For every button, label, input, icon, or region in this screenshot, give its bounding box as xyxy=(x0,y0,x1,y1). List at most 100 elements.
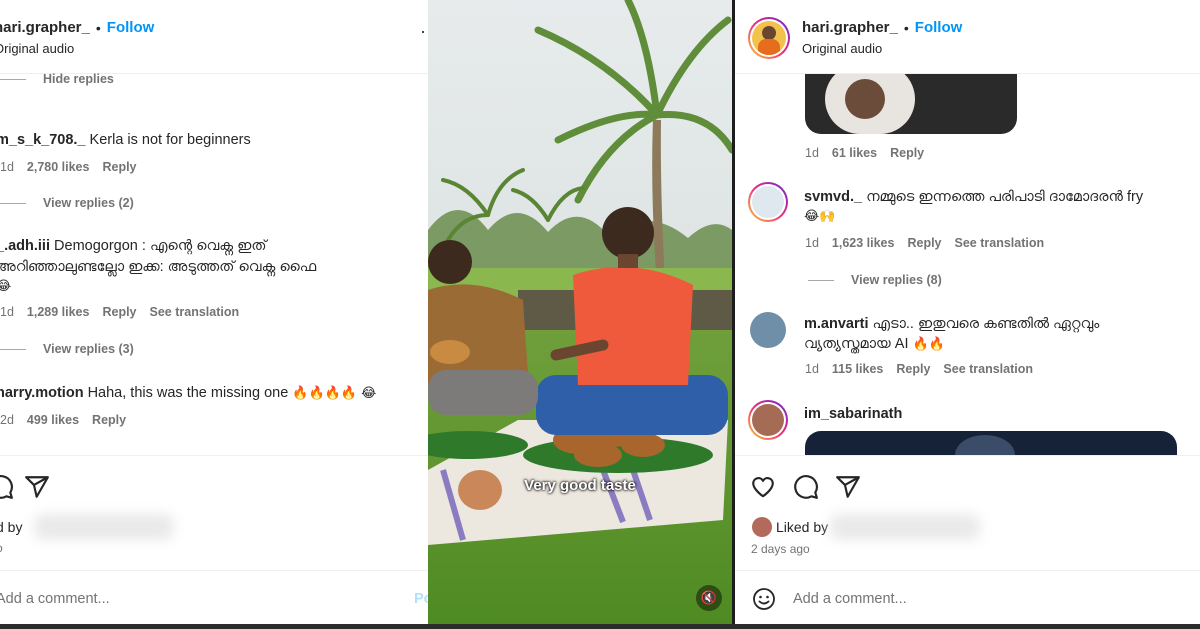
author-avatar[interactable] xyxy=(748,17,790,59)
commenter-avatar[interactable] xyxy=(748,182,788,222)
reply-button[interactable]: Reply xyxy=(92,413,126,427)
view-replies-label: View replies (3) xyxy=(43,342,134,356)
video-player[interactable]: Very good taste 🔇 xyxy=(428,0,732,629)
more-options-icon[interactable]: · xyxy=(420,22,426,40)
share-icon[interactable] xyxy=(24,474,50,500)
reply-button[interactable]: Reply xyxy=(890,146,924,160)
comment-body: എടാ.. ഇതുവരെ കണ്ടതിൽ ഏറ്റവും xyxy=(872,316,1100,332)
days-ago-label: o xyxy=(0,541,3,555)
blurred-likers xyxy=(830,514,980,540)
comment-time: 1d xyxy=(805,362,819,376)
days-ago-label: 2 days ago xyxy=(751,542,810,556)
comment-username[interactable]: _.adh.iii xyxy=(0,238,50,254)
commenter-avatar[interactable] xyxy=(748,400,788,440)
comment-body: Demogorgon : എന്റെ വെക്ന ഇത് xyxy=(54,238,267,254)
blurred-likers xyxy=(34,514,174,540)
comment-time: 1d xyxy=(0,160,14,174)
heart-icon[interactable] xyxy=(750,474,776,500)
comment-emoji: 🔥🔥 xyxy=(912,337,945,352)
see-translation-button[interactable]: See translation xyxy=(150,305,240,319)
liked-by-label: d by xyxy=(0,519,23,535)
comment-icon[interactable] xyxy=(793,474,819,500)
comment-likes[interactable]: 61 likes xyxy=(832,146,877,160)
emoji-icon[interactable] xyxy=(752,587,776,611)
comment-meta: 1d 1,289 likes Reply See translation xyxy=(0,305,239,319)
comment-time: 1d xyxy=(805,236,819,250)
separator-dot: • xyxy=(903,19,909,36)
comment-likes[interactable]: 1,623 likes xyxy=(832,236,895,250)
liked-by-label: Liked by xyxy=(776,519,829,535)
comment-body: Kerla is not for beginners xyxy=(89,132,251,148)
comment-text: _.adh.iii Demogorgon : എന്റെ വെക്ന ഇത് xyxy=(0,236,267,256)
follow-button[interactable]: Follow xyxy=(915,19,963,36)
comment-body: Haha, this was the missing one xyxy=(87,385,289,401)
hide-replies-button[interactable]: Hide replies xyxy=(0,72,114,86)
view-replies-label: View replies (2) xyxy=(43,196,134,210)
add-comment-bar: Add a comment... xyxy=(735,570,1200,624)
post-username[interactable]: hari.grapher_ xyxy=(802,19,898,36)
liker-avatar[interactable] xyxy=(752,517,772,537)
comment-body-line-2: അറിഞ്ഞാലുണ്ടല്ലോ ഇക്ക: അടുത്തത് വെക്ന ഫൈ xyxy=(0,259,317,275)
add-comment-input[interactable]: Add a comment... xyxy=(0,591,110,607)
reply-line xyxy=(0,202,26,204)
comment-meta: 1d 1,623 likes Reply See translation xyxy=(805,236,1044,250)
comment-line-2: വ്യത്യസ്തമായ AI 🔥🔥 xyxy=(804,334,945,355)
post-header: hari.grapher_ • Follow Original audio xyxy=(735,0,1200,74)
reply-button[interactable]: Reply xyxy=(896,362,930,376)
comment-time: 1d xyxy=(0,305,14,319)
comment-meta: 2d 499 likes Reply xyxy=(0,413,126,427)
share-icon[interactable] xyxy=(835,474,861,500)
post-username[interactable]: hari.grapher_ xyxy=(0,19,90,36)
comment-image[interactable] xyxy=(805,74,1017,134)
comment-likes[interactable]: 1,289 likes xyxy=(27,305,90,319)
view-replies-button[interactable]: View replies (8) xyxy=(808,273,942,287)
reply-button[interactable]: Reply xyxy=(907,236,941,250)
view-replies-button[interactable]: View replies (3) xyxy=(0,342,134,356)
see-translation-button[interactable]: See translation xyxy=(943,362,1033,376)
view-replies-button[interactable]: View replies (2) xyxy=(0,196,134,210)
comment-likes[interactable]: 115 likes xyxy=(832,362,883,376)
left-post-panel: hari.grapher_ • Follow Original audio · … xyxy=(0,0,428,629)
comment-text: harry.motion Haha, this was the missing … xyxy=(0,383,376,404)
comment-text: m.anvarti എടാ.. ഇതുവരെ കണ്ടതിൽ ഏറ്റവും xyxy=(804,314,1099,334)
comment-username[interactable]: m_s_k_708._ xyxy=(0,132,86,148)
comment-text: m_s_k_708._ Kerla is not for beginners xyxy=(0,130,251,150)
comment-likes[interactable]: 2,780 likes xyxy=(27,160,90,174)
post-button[interactable]: Po xyxy=(414,591,428,607)
comment-username[interactable]: m.anvarti xyxy=(804,316,868,332)
video-frame xyxy=(428,0,732,629)
add-comment-input[interactable]: Add a comment... xyxy=(793,591,907,607)
reply-line xyxy=(0,78,26,80)
video-caption: Very good taste xyxy=(524,477,636,494)
comment-time: 1d xyxy=(805,146,819,160)
audio-label[interactable]: Original audio xyxy=(802,41,882,56)
comment-username[interactable]: svmvd._ xyxy=(804,189,862,205)
comment-body: നമ്മുടെ ഇന്നത്തെ പരിപാടി ദാമോദരൻ fry xyxy=(866,189,1144,205)
separator-dot: • xyxy=(95,19,101,36)
comment-username[interactable]: harry.motion xyxy=(0,385,84,401)
post-header: hari.grapher_ • Follow Original audio · xyxy=(0,0,428,74)
reply-button[interactable]: Reply xyxy=(102,160,136,174)
see-translation-button[interactable]: See translation xyxy=(955,236,1045,250)
post-actions: d by o xyxy=(0,455,428,570)
audio-label[interactable]: Original audio xyxy=(0,41,74,56)
add-comment-bar: Add a comment... Po xyxy=(0,570,428,624)
comment-emoji: 🔥🔥🔥🔥 😂 xyxy=(292,386,377,401)
reply-line xyxy=(0,348,26,350)
comment-time: 2d xyxy=(0,413,14,427)
comment-emoji: 😂 xyxy=(0,279,12,294)
speaker-muted-icon[interactable]: 🔇 xyxy=(696,585,722,611)
comment-icon[interactable] xyxy=(0,474,14,500)
commenter-avatar[interactable] xyxy=(750,312,786,348)
comment-likes[interactable]: 499 likes xyxy=(27,413,79,427)
comment-meta: 1d 2,780 likes Reply xyxy=(0,160,137,174)
comment-body-line-2: വ്യത്യസ്തമായ AI xyxy=(804,336,909,352)
right-post-panel: hari.grapher_ • Follow Original audio 1d… xyxy=(735,0,1200,629)
reply-button[interactable]: Reply xyxy=(102,305,136,319)
bottom-strip xyxy=(0,624,1200,629)
comment-text: im_sabarinath xyxy=(804,404,902,424)
follow-button[interactable]: Follow xyxy=(107,19,155,36)
comment-meta: 1d 115 likes Reply See translation xyxy=(805,362,1033,376)
comment-username[interactable]: im_sabarinath xyxy=(804,406,902,422)
view-replies-label: View replies (8) xyxy=(851,273,942,287)
